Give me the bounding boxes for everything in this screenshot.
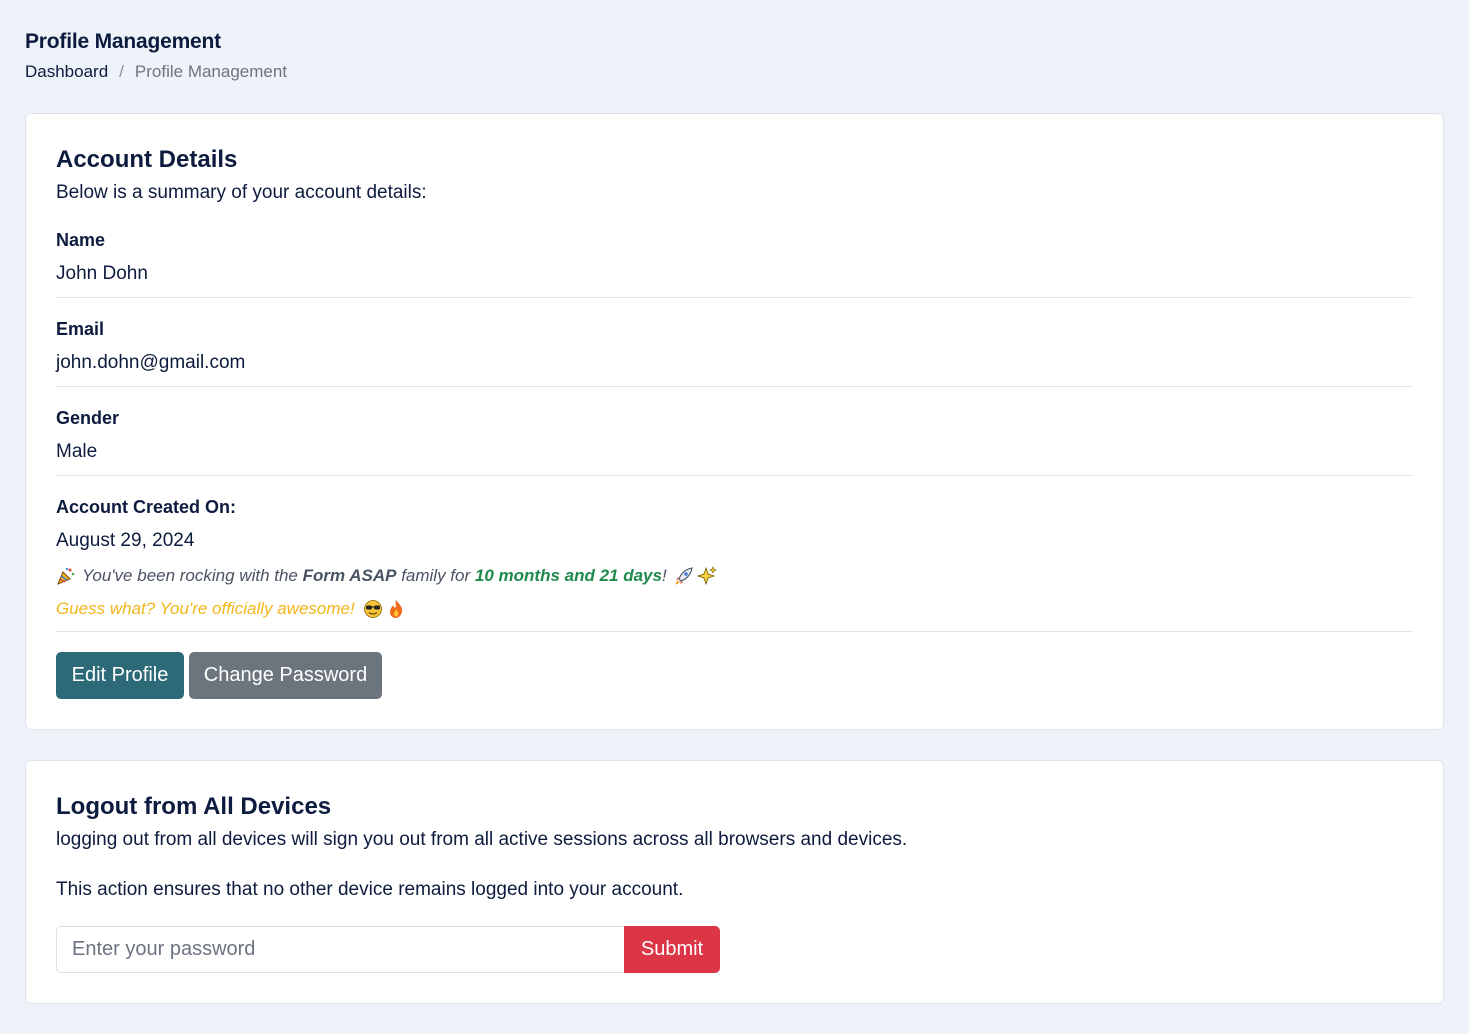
breadcrumb-dashboard-link[interactable]: Dashboard — [25, 62, 108, 82]
detail-value: john.dohn@gmail.com — [56, 352, 246, 373]
breadcrumb-current: Profile Management — [134, 62, 288, 81]
tenure-duration: 10 months and 21 days — [474, 566, 662, 585]
edit-profile-button[interactable]: Edit Profile — [56, 652, 184, 699]
tenure-brand: Form ASAP — [302, 566, 397, 585]
change-password-button[interactable]: Change Password — [189, 652, 382, 699]
awesome-message: Guess what? You're officially awesome! — [56, 599, 1413, 619]
detail-email: Email john.dohn@gmail.com — [56, 319, 1413, 387]
breadcrumb-separator: / — [119, 62, 124, 81]
sparkles-icon — [696, 566, 717, 586]
detail-account-created: Account Created On: August 29, 2024 You'… — [56, 497, 1413, 632]
account-details-title: Account Details — [56, 146, 238, 173]
detail-label: Name — [56, 230, 106, 250]
rocket-icon — [674, 567, 693, 585]
sunglasses-face-icon — [363, 600, 382, 618]
detail-value: August 29, 2024 — [56, 530, 195, 551]
tenure-middle: family for — [401, 566, 471, 585]
page-title: Profile Management — [25, 30, 221, 53]
logout-title: Logout from All Devices — [56, 793, 332, 820]
logout-all-devices-card: Logout from All Devices logging out from… — [25, 760, 1444, 1004]
detail-label: Gender — [56, 408, 120, 428]
logout-note: This action ensures that no other device… — [56, 879, 684, 900]
detail-label: Email — [56, 319, 105, 339]
submit-button[interactable]: Submit — [624, 926, 720, 973]
detail-label: Account Created On: — [56, 497, 237, 517]
breadcrumb: Dashboard / Profile Management — [25, 62, 287, 82]
detail-name: Name John Dohn — [56, 230, 1413, 298]
account-details-header: Account Details Below is a summary of yo… — [56, 146, 1413, 204]
tenure-message: You've been rocking with the Form ASAP f… — [56, 566, 1413, 586]
account-details-subtitle: Below is a summary of your account detai… — [56, 182, 427, 203]
logout-description: logging out from all devices will sign y… — [56, 829, 908, 850]
detail-value: John Dohn — [56, 263, 148, 284]
awesome-text: Guess what? You're officially awesome! — [56, 599, 355, 618]
page-header: Profile Management Dashboard / Profile M… — [25, 30, 287, 82]
password-input[interactable] — [56, 926, 625, 973]
detail-value: Male — [56, 441, 98, 462]
detail-gender: Gender Male — [56, 408, 1413, 476]
logout-header: Logout from All Devices logging out from… — [56, 793, 1413, 901]
fire-icon — [389, 600, 402, 618]
tenure-prefix: You've been rocking with the — [82, 566, 298, 585]
tenure-suffix: ! — [661, 566, 667, 585]
party-popper-icon — [57, 567, 75, 585]
account-details-card: Account Details Below is a summary of yo… — [25, 113, 1444, 730]
